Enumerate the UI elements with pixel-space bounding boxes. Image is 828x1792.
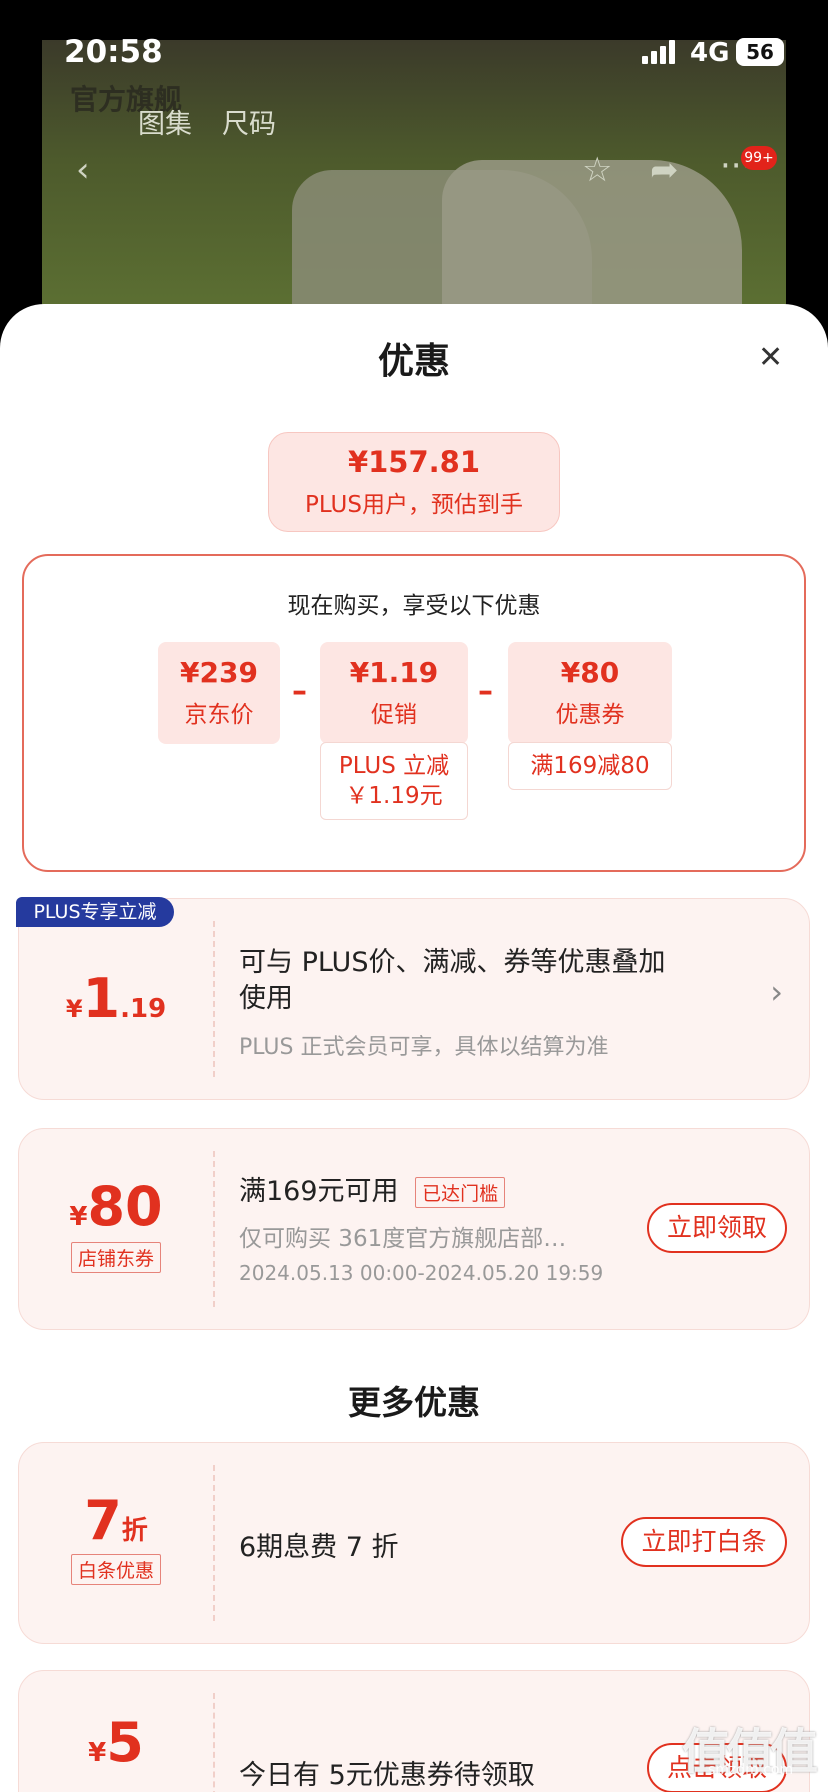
- signal-icon: [642, 40, 678, 64]
- currency-symbol: ¥: [69, 1202, 88, 1232]
- watermark-site: smzdm.com: [708, 1762, 794, 1778]
- baitiao-title: 6期息费 7 折: [239, 1532, 399, 1563]
- amount-decimal: .19: [120, 994, 167, 1024]
- card-divider: [213, 1151, 215, 1307]
- coupon-amount-value: ¥80: [19, 1175, 213, 1238]
- baitiao-offer-card: 7折 白条优惠 6期息费 7 折 立即打白条: [18, 1442, 810, 1644]
- coupon-note: 满169减80: [508, 742, 672, 790]
- amount-integer: 5: [106, 1711, 144, 1774]
- coupon-note-line: 满169减80: [530, 753, 650, 779]
- plus-amount: ¥1.19: [19, 899, 213, 1099]
- amount-integer: 1: [82, 967, 121, 1030]
- plus-card-title-line: 可与 PLUS价、满减、券等优惠叠加: [239, 947, 666, 978]
- plus-card-subtitle: PLUS 正式会员可享，具体以结算为准: [239, 1035, 609, 1060]
- baitiao-type-tag: 白条优惠: [70, 1554, 161, 1585]
- amount-integer: 7: [84, 1489, 122, 1552]
- more-offers-heading: 更多优惠: [348, 1383, 480, 1422]
- plus-card-title: 可与 PLUS价、满减、券等优惠叠加 使用: [239, 945, 665, 1017]
- plus-exclusive-badge: PLUS专享立减: [16, 897, 174, 927]
- tile-jd-price: ¥239 京东价: [158, 642, 280, 744]
- close-icon[interactable]: ✕: [758, 340, 783, 375]
- estimated-price-box: ¥157.81 PLUS用户，预估到手: [268, 432, 560, 532]
- more-badge: 99+: [741, 146, 777, 170]
- chevron-right-icon[interactable]: ›: [770, 973, 783, 1011]
- coupon-title-row: 满169元可用 已达门槛: [239, 1169, 506, 1208]
- tab-gallery[interactable]: 图集: [138, 109, 192, 140]
- battery-icon: 56: [736, 38, 784, 66]
- price-breakdown: 现在购买，享受以下优惠 ¥239 京东价 – ¥1.19 促销 PLUS 立减 …: [22, 554, 806, 872]
- promotion-note-line: PLUS 立减: [338, 753, 450, 779]
- tile-coupon: ¥80 优惠券: [508, 642, 672, 744]
- tile-promotion: ¥1.19 促销: [320, 642, 468, 744]
- tile-value: ¥80: [560, 656, 620, 689]
- back-icon[interactable]: ‹: [76, 150, 90, 190]
- tile-label: 京东价: [184, 702, 254, 728]
- coupon-validity: 2024.05.13 00:00-2024.05.20 19:59: [239, 1261, 604, 1285]
- promotion-note-line: ￥1.19元: [345, 783, 443, 809]
- status-time: 20:58: [64, 34, 163, 70]
- coupon-amount: ¥80 店铺东券: [19, 1129, 213, 1329]
- amount-integer: 80: [87, 1175, 163, 1238]
- sheet-title: 优惠: [377, 341, 450, 382]
- tile-value: ¥239: [180, 656, 258, 689]
- estimated-price: ¥157.81: [347, 445, 481, 479]
- minus-operator: –: [478, 674, 493, 709]
- cash-amount: ¥5: [19, 1671, 213, 1792]
- cash-coupon-title: 今日有 5元优惠券待领取: [239, 1760, 535, 1791]
- estimated-price-label: PLUS用户，预估到手: [305, 492, 523, 518]
- baitiao-amount: 7折 白条优惠: [19, 1443, 213, 1643]
- store-coupon-card: ¥80 店铺东券 满169元可用 已达门槛 仅可购买 361度官方旗舰店部… 2…: [18, 1128, 810, 1330]
- card-divider: [213, 921, 215, 1077]
- breakdown-heading: 现在购买，享受以下优惠: [287, 593, 541, 619]
- minus-operator: –: [292, 674, 307, 709]
- claim-coupon-button[interactable]: 立即领取: [647, 1203, 787, 1253]
- share-icon[interactable]: ➦: [650, 150, 679, 190]
- promotion-note: PLUS 立减 ￥1.19元: [320, 742, 468, 820]
- plus-card-title-line: 使用: [239, 983, 293, 1014]
- plus-discount-card[interactable]: ¥1.19 可与 PLUS价、满减、券等优惠叠加 使用 PLUS 正式会员可享，…: [18, 898, 810, 1100]
- threshold-reached-tag: 已达门槛: [415, 1177, 506, 1208]
- star-icon[interactable]: ☆: [582, 150, 612, 190]
- tab-size[interactable]: 尺码: [222, 109, 276, 140]
- coupon-scope: 仅可购买 361度官方旗舰店部…: [239, 1226, 567, 1252]
- baitiao-amount-value: 7折: [19, 1489, 213, 1552]
- card-divider: [213, 1465, 215, 1621]
- tile-label: 促销: [371, 702, 417, 728]
- use-baitiao-button[interactable]: 立即打白条: [621, 1517, 787, 1567]
- coupon-type-tag: 店铺东券: [70, 1242, 161, 1273]
- image-tabs: 图集 尺码: [138, 102, 306, 141]
- discount-unit: 折: [121, 1516, 148, 1546]
- tile-value: ¥1.19: [349, 656, 439, 689]
- plus-amount-value: ¥1.19: [19, 967, 213, 1030]
- currency-symbol: ¥: [88, 1738, 107, 1768]
- cash-amount-value: ¥5: [19, 1711, 213, 1774]
- network-type: 4G: [690, 38, 730, 68]
- tile-label: 优惠券: [555, 702, 625, 728]
- currency-symbol: ¥: [65, 995, 83, 1023]
- coupon-title: 满169元可用: [239, 1176, 399, 1207]
- card-divider: [213, 1693, 215, 1792]
